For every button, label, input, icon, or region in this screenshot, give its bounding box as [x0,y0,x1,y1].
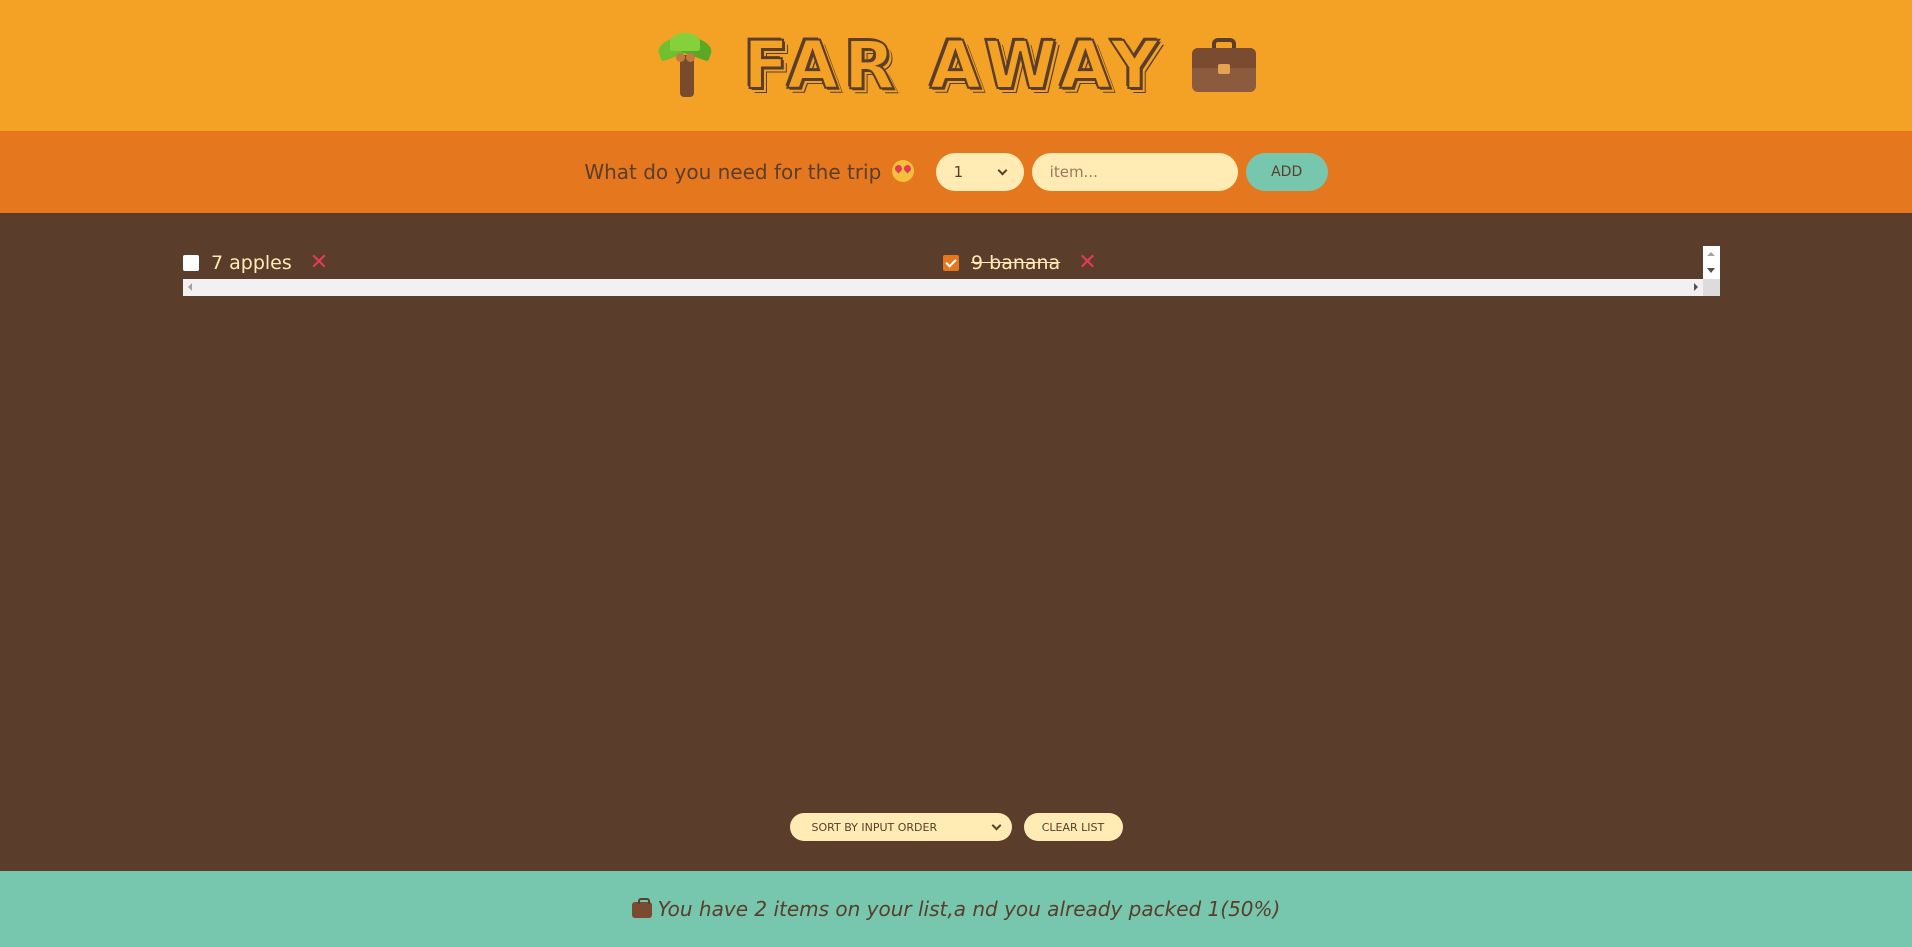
heart-eyes-emoji-icon [891,160,914,182]
app-title: FAR AWAY [743,26,1165,105]
sort-selected: SORT BY INPUT ORDER [811,820,938,834]
sort-select[interactable]: SORT BY INPUT ORDER [789,813,1012,841]
clear-list-button[interactable]: CLEAR LIST [1023,813,1123,841]
remove-item-button[interactable]: ✕ [310,252,328,274]
packed-checkbox[interactable] [943,255,959,271]
vertical-scrollbar[interactable] [1703,246,1720,279]
scrollbar-corner [1703,279,1720,296]
scroll-right-arrow-icon[interactable] [1694,283,1698,291]
packed-checkbox[interactable] [183,255,199,271]
item-label: 7 apples [211,252,292,274]
list-item: 7 apples ✕ [183,246,943,278]
form-question: What do you need for the trip [584,160,914,184]
item-input[interactable] [1031,153,1238,191]
scroll-left-arrow-icon[interactable] [188,283,192,291]
stats-text: You have 2 items on your list,a nd you a… [657,897,1281,921]
add-button[interactable]: ADD [1245,153,1328,191]
scroll-up-arrow-icon[interactable] [1707,252,1715,256]
stats-footer: You have 2 items on your list,a nd you a… [0,871,1912,947]
item-label: 9 banana [971,252,1061,274]
packing-list[interactable]: 7 apples ✕ 9 banana ✕ [183,246,1720,296]
briefcase-icon [1192,36,1257,96]
chevron-down-icon [991,820,1001,830]
form-question-text: What do you need for the trip [584,160,882,184]
quantity-select[interactable]: 1 [935,153,1024,191]
chevron-down-icon [997,165,1008,175]
list-actions: SORT BY INPUT ORDER CLEAR LIST [0,813,1912,841]
app-header: FAR AWAY [0,0,1912,131]
list-item: 9 banana ✕ [943,246,1703,278]
palm-tree-icon [655,32,716,99]
remove-item-button[interactable]: ✕ [1078,252,1096,274]
horizontal-scrollbar[interactable] [183,279,1720,296]
packing-list-area: 7 apples ✕ 9 banana ✕ SORT BY INPUT ORDE… [0,213,1912,871]
briefcase-icon [631,898,652,918]
add-item-form: What do you need for the trip 1 ADD [0,131,1912,213]
quantity-selected: 1 [953,163,964,181]
scroll-down-arrow-icon[interactable] [1707,268,1715,273]
